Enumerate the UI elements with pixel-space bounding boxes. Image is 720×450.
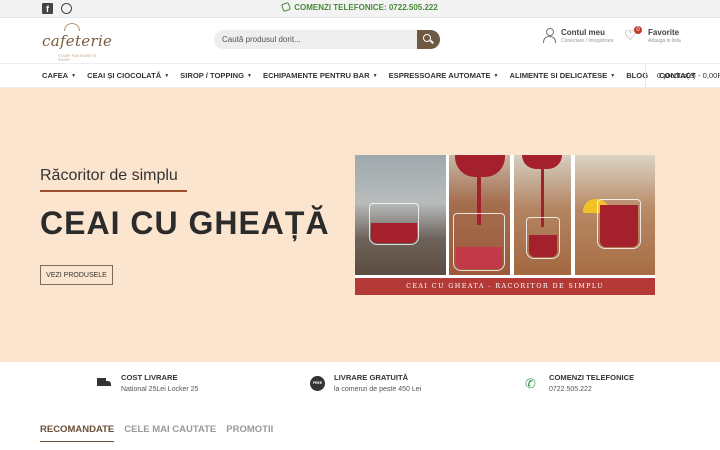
logo-tagline: YOUR FAVOURITE SHOP bbox=[58, 54, 97, 62]
tab-recomandate[interactable]: RECOMANDATE bbox=[40, 424, 115, 442]
nav-item-alimente[interactable]: ALIMENTE SI DELICATESE ▼ bbox=[509, 71, 615, 80]
feature-free-delivery: FREE LIVRARE GRATUITĂ la comenzi de pest… bbox=[310, 373, 421, 393]
nav-item-espressoare[interactable]: ESPRESSOARE AUTOMATE ▼ bbox=[389, 71, 499, 80]
hero-image-caption: CEAI CU GHEATA - RACORITOR DE SIMPLU bbox=[355, 278, 655, 295]
hero-image-panel bbox=[355, 155, 446, 275]
feature-text: la comenzi de peste 450 Lei bbox=[334, 386, 422, 393]
logo-cup-icon bbox=[64, 23, 80, 31]
search-button[interactable] bbox=[417, 30, 440, 49]
hero-image-panel bbox=[575, 155, 655, 275]
chevron-down-icon: ▼ bbox=[610, 73, 616, 79]
feature-shipping-cost: COST LIVRARE National 25Lei Locker 25 bbox=[97, 373, 198, 393]
product-tabs: RECOMANDATE CELE MAI CAUTATE PROMOTII bbox=[40, 424, 273, 442]
nav-item-ceai-ciocolata[interactable]: CEAI ȘI CIOCOLATĂ ▼ bbox=[87, 71, 169, 80]
hero-image: CEAI CU GHEATA - RACORITOR DE SIMPLU bbox=[355, 155, 655, 295]
nav-menu: CAFEA ▼ CEAI ȘI CIOCOLATĂ ▼ SIROP / TOPPIN… bbox=[42, 71, 707, 80]
heart-icon: ♡ 0 bbox=[624, 26, 642, 42]
account-subtitle: Conectare / Inregistrare bbox=[561, 38, 614, 44]
feature-text: National 25Lei Locker 25 bbox=[121, 386, 199, 393]
feature-title: COMENZI TELEFONICE bbox=[549, 373, 635, 382]
user-icon bbox=[543, 28, 556, 43]
free-delivery-icon: FREE bbox=[310, 376, 325, 391]
chevron-down-icon: ▼ bbox=[71, 73, 77, 79]
tab-cele-mai-cautate[interactable]: CELE MAI CAUTATE bbox=[124, 424, 216, 442]
main-nav: CAFEA ▼ CEAI ȘI CIOCOLATĂ ▼ SIROP / TOPPIN… bbox=[0, 64, 720, 88]
favorites-title: Favorite bbox=[648, 28, 680, 37]
logo[interactable]: cafeterie YOUR FAVOURITE SHOP bbox=[40, 23, 113, 62]
phone-icon: ✆ bbox=[525, 376, 536, 391]
favorites-subtitle: Adauga in lista bbox=[648, 38, 681, 44]
feature-title: COST LIVRARE bbox=[121, 373, 178, 382]
top-phone-text: COMENZI TELEFONICE: 0722.505.222 bbox=[294, 3, 438, 12]
chevron-down-icon: ▼ bbox=[164, 73, 170, 79]
feature-text: 0722.505.222 bbox=[549, 386, 592, 393]
feature-phone-orders: ✆ COMENZI TELEFONICE 0722.505.222 bbox=[525, 373, 634, 393]
hero-divider bbox=[40, 190, 187, 192]
phone-icon bbox=[281, 1, 292, 13]
hero-image-panel bbox=[514, 155, 571, 275]
favorites-count-badge: 0 bbox=[634, 26, 642, 34]
chevron-down-icon: ▼ bbox=[247, 73, 252, 79]
account-title: Contul meu bbox=[561, 28, 605, 37]
view-products-button[interactable]: VEZI PRODUSELE bbox=[40, 265, 113, 285]
nav-item-sirop-topping[interactable]: SIROP / TOPPING ▼ bbox=[180, 71, 252, 80]
tab-promotii[interactable]: PROMOTII bbox=[226, 424, 273, 442]
nav-item-cafea[interactable]: CAFEA ▼ bbox=[42, 71, 76, 80]
nav-item-echipamente[interactable]: ECHIPAMENTE PENTRU BAR ▼ bbox=[263, 71, 378, 80]
search-input[interactable] bbox=[222, 32, 412, 47]
feature-title: LIVRARE GRATUITĂ bbox=[334, 373, 409, 382]
favorites-link[interactable]: ♡ 0 Favorite Adauga in lista bbox=[624, 26, 681, 44]
cart-summary[interactable]: 0 produs(e) - 0,00RON bbox=[645, 64, 720, 88]
chevron-down-icon: ▼ bbox=[493, 73, 499, 79]
features-bar: COST LIVRARE National 25Lei Locker 25 FR… bbox=[0, 362, 720, 410]
account-link[interactable]: Contul meu Conectare / Inregistrare bbox=[543, 28, 614, 44]
hero-title: CEAI CU GHEAȚĂ bbox=[40, 205, 330, 241]
top-bar: f COMENZI TELEFONICE: 0722.505.222 bbox=[0, 0, 720, 18]
logo-word: cafeterie bbox=[42, 32, 113, 50]
site-header: cafeterie YOUR FAVOURITE SHOP Contul meu… bbox=[0, 18, 720, 64]
chevron-down-icon: ▼ bbox=[372, 73, 378, 79]
search-bar bbox=[214, 30, 440, 49]
truck-icon bbox=[97, 376, 112, 391]
search-icon bbox=[423, 34, 431, 42]
hero-image-panel bbox=[449, 155, 510, 275]
top-phone-link[interactable]: COMENZI TELEFONICE: 0722.505.222 bbox=[0, 1, 720, 13]
hero-subtitle: Răcoritor de simplu bbox=[40, 167, 178, 184]
hero-banner: Răcoritor de simplu CEAI CU GHEAȚĂ VEZI … bbox=[0, 88, 720, 362]
